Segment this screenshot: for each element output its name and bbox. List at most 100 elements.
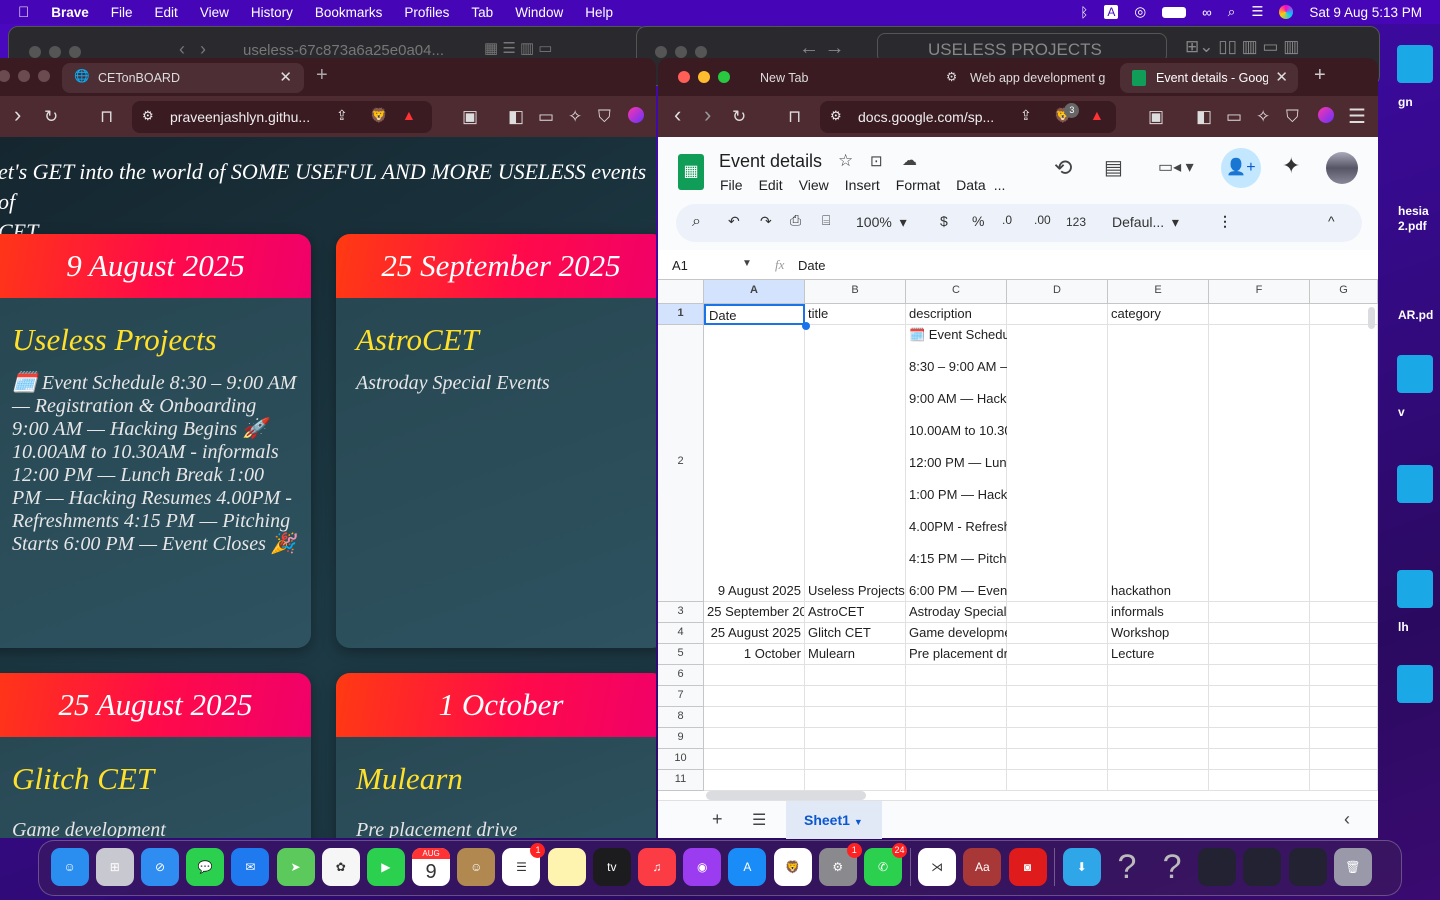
cell[interactable]: Astroday Special Events <box>906 602 1050 623</box>
event-card[interactable]: 25 September 2025 AstroCET Astroday Spec… <box>336 234 656 648</box>
brave-rewards-icon[interactable]: ▲ <box>402 107 416 123</box>
collapse-toolbar-icon[interactable]: ^ <box>1328 213 1335 229</box>
menu-data[interactable]: Data <box>956 177 986 193</box>
menu-format[interactable]: Format <box>896 177 940 193</box>
dock-finder-icon[interactable]: ☺ <box>50 848 89 886</box>
share-icon[interactable]: ⇪ <box>1020 107 1032 124</box>
row-header[interactable]: 7 <box>658 686 704 707</box>
dock-unknown-app-icon[interactable]: ? <box>1153 848 1191 886</box>
cell[interactable] <box>1007 304 1108 325</box>
apple-menu-icon[interactable]:  <box>18 4 29 21</box>
dock-calendar-icon[interactable]: AUG 9 <box>412 848 451 886</box>
dock-messages-icon[interactable]: 💬 <box>186 848 225 886</box>
dock-launchpad-icon[interactable]: ⊞ <box>95 848 134 886</box>
version-history-icon[interactable]: ⟲ <box>1054 155 1072 181</box>
column-header-F[interactable]: F <box>1209 280 1310 304</box>
bluetooth-icon[interactable]: ᛒ <box>1080 5 1088 20</box>
add-sheet-button[interactable]: + <box>712 809 723 830</box>
cell[interactable]: Lecture <box>1108 644 1209 665</box>
horizontal-scrollbar[interactable] <box>706 791 866 800</box>
cell[interactable] <box>1007 707 1108 728</box>
sheet-tab-sheet1[interactable]: Sheet1 ▼ <box>786 801 882 839</box>
menu-edit[interactable]: Edit <box>759 177 783 193</box>
bookmark-icon[interactable]: ⊓ <box>788 107 801 127</box>
dock-notes-icon[interactable] <box>547 848 586 886</box>
screen-mirroring-icon[interactable]: ∞ <box>1202 5 1212 20</box>
column-header-E[interactable]: E <box>1108 280 1209 304</box>
back-icon[interactable]: ‹ › <box>179 39 206 60</box>
cell[interactable]: 25 August 2025 <box>704 623 805 644</box>
new-tab-button[interactable]: + <box>1314 64 1326 87</box>
currency-format-button[interactable]: $ <box>940 213 948 229</box>
bookmark-icon[interactable]: ⊓ <box>100 107 113 127</box>
dock-safari-icon[interactable]: ⊘ <box>140 848 179 886</box>
cell[interactable] <box>1108 728 1209 749</box>
desktop-file-label[interactable]: v <box>1398 405 1405 420</box>
cell[interactable] <box>1209 686 1310 707</box>
vertical-scrollbar[interactable] <box>1368 307 1375 329</box>
cell[interactable] <box>1007 623 1108 644</box>
document-title[interactable]: Event details <box>719 151 822 172</box>
cell[interactable]: informals <box>1108 602 1209 623</box>
dock-vscode-icon[interactable]: ⋊ <box>918 848 957 886</box>
cell[interactable] <box>704 707 805 728</box>
name-box[interactable]: A1 <box>672 258 688 273</box>
menu-history[interactable]: History <box>251 5 293 20</box>
dock-whatsapp-icon[interactable]: ✆ 24 <box>863 843 907 886</box>
forward-icon[interactable]: › <box>14 102 21 128</box>
more-options-icon[interactable]: ⋮ <box>1218 213 1232 230</box>
dock-mail-icon[interactable]: ✉ <box>231 848 270 886</box>
brave-shields-icon[interactable]: 🦁 3 <box>1054 103 1080 124</box>
view-toolbar-icons[interactable]: ⊞⌄ ▯▯ ▥ ▭ ▥ <box>1185 37 1299 57</box>
share-button[interactable]: 👤+ <box>1221 148 1261 188</box>
view-options-icon[interactable]: ▦ ☰ ▥ ▭ <box>484 39 552 57</box>
cell[interactable] <box>1007 325 1108 602</box>
star-icon[interactable]: ☆ <box>838 151 853 171</box>
dock-trash-icon[interactable]: 🗑 <box>1333 848 1372 886</box>
dock-brave-icon[interactable]: 🦁 <box>773 848 812 886</box>
row-header[interactable]: 11 <box>658 770 704 791</box>
reader-mode-icon[interactable]: ▣ <box>1148 107 1164 127</box>
dock-podcasts-icon[interactable]: ◉ <box>683 848 722 886</box>
site-settings-icon[interactable]: ⚙ <box>830 108 842 124</box>
event-card[interactable]: 9 August 2025 Useless Projects 🗓️ Event … <box>0 234 311 648</box>
wallet-icon[interactable]: ▭ <box>1226 107 1242 127</box>
airdrop-icon[interactable]: ◎ <box>1134 4 1146 20</box>
menu-profiles[interactable]: Profiles <box>404 5 449 20</box>
spotlight-search-icon[interactable]: ⌕ <box>1228 4 1236 20</box>
print-icon[interactable]: ⎙ <box>790 212 801 229</box>
cell[interactable]: 25 September 20 <box>704 602 805 623</box>
menu-edit[interactable]: Edit <box>155 5 178 20</box>
row-header[interactable]: 10 <box>658 749 704 770</box>
desktop-file-icon[interactable] <box>1397 45 1433 83</box>
cell[interactable]: Pre placement drive <box>906 644 1025 665</box>
event-card[interactable]: 25 August 2025 Glitch CET Game developme… <box>0 673 311 838</box>
control-center-icon[interactable]: ☰ <box>1251 4 1263 20</box>
cell[interactable] <box>805 686 906 707</box>
cell[interactable] <box>1007 602 1108 623</box>
brave-shields-icon[interactable]: 🦁 <box>370 107 387 124</box>
new-tab-button[interactable]: + <box>316 64 328 87</box>
event-card[interactable]: 1 October Mulearn Pre placement drive <box>336 673 656 838</box>
cell[interactable] <box>1209 749 1310 770</box>
sidebar-icon[interactable]: ◧ <box>508 107 524 127</box>
dock-facetime-icon[interactable]: ▶ <box>366 848 405 886</box>
battery-icon[interactable] <box>1162 6 1187 18</box>
cell[interactable] <box>906 707 1007 728</box>
dock-downloads-icon[interactable]: ⬇ <box>1062 848 1101 886</box>
menu-window[interactable]: Window <box>515 5 563 20</box>
cell[interactable]: 🗓️ Event Schedule 8:30 – 9:00 AM — Regist… <box>906 325 1098 602</box>
reader-mode-icon[interactable]: ▣ <box>462 107 478 127</box>
search-menus-icon[interactable]: ⌕ <box>692 213 701 231</box>
cell[interactable] <box>1310 325 1378 602</box>
reload-icon[interactable]: ↻ <box>44 107 58 127</box>
all-sheets-icon[interactable]: ☰ <box>752 810 766 830</box>
tab-new-tab[interactable]: New Tab <box>724 63 904 93</box>
site-settings-icon[interactable]: ⚙ <box>142 108 154 124</box>
cell[interactable] <box>1209 707 1310 728</box>
cell[interactable]: Mulearn <box>805 644 906 665</box>
address-bar[interactable]: ⚙ praveenjashlyn.githu... ⇪ 🦁 ▲ <box>132 101 432 133</box>
cell[interactable] <box>1209 623 1310 644</box>
column-header-D[interactable]: D <box>1007 280 1108 304</box>
row-header[interactable]: 2 <box>658 325 704 602</box>
